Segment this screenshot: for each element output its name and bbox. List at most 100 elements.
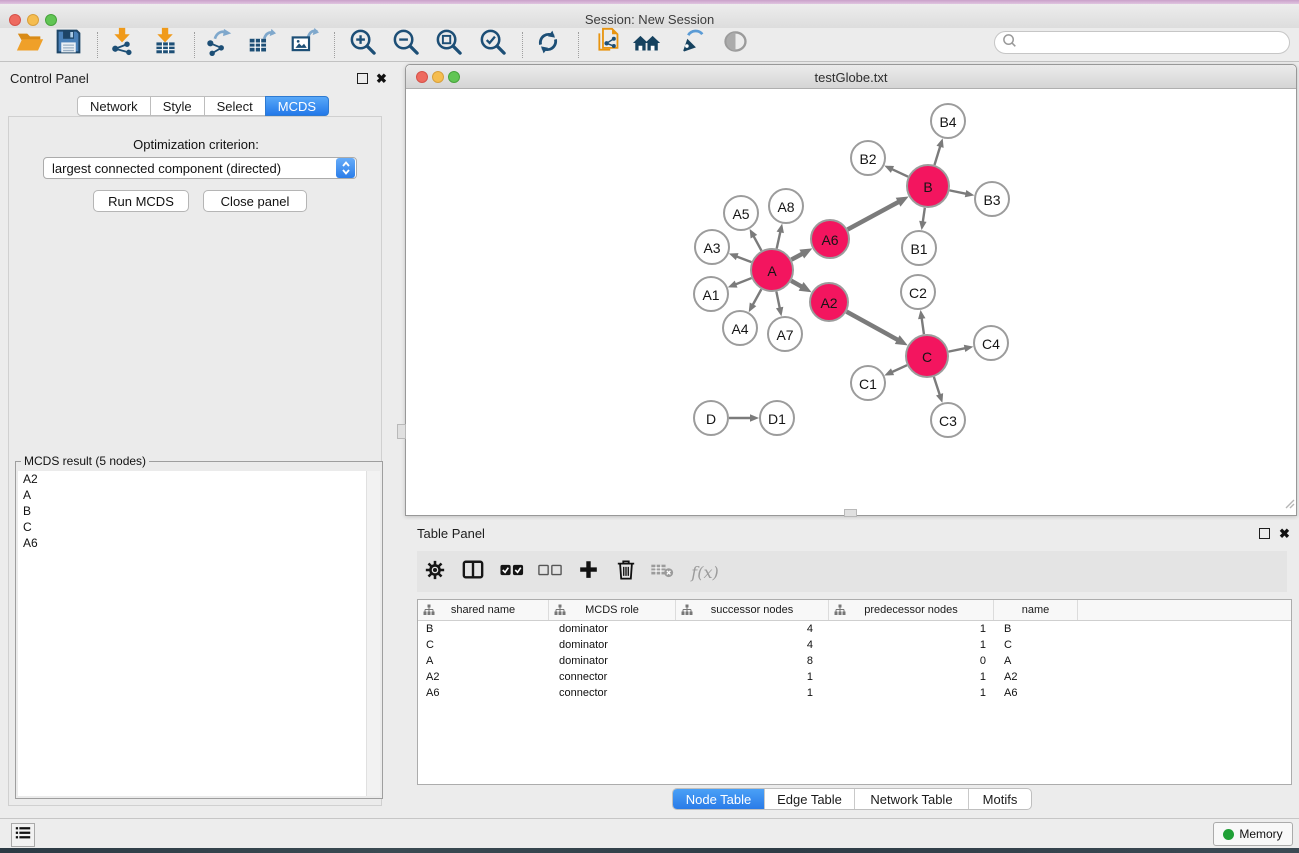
tab-node-table[interactable]: Node Table — [673, 789, 764, 809]
mcds-result-list[interactable]: A2ABCA6 — [18, 471, 366, 796]
tab-motifs[interactable]: Motifs — [968, 789, 1031, 809]
search-field[interactable] — [994, 31, 1290, 54]
graph-node-C1[interactable]: C1 — [851, 366, 885, 400]
save-session-button[interactable] — [51, 28, 85, 60]
tab-network-table[interactable]: Network Table — [854, 789, 968, 809]
open-session-button[interactable] — [13, 28, 47, 60]
graph-edge-A-A6[interactable] — [791, 248, 812, 259]
graph-node-A6[interactable]: A6 — [811, 220, 849, 258]
tab-style[interactable]: Style — [150, 96, 205, 116]
graph-edge-B-B4[interactable] — [934, 138, 943, 165]
mcds-result-item[interactable]: A — [18, 487, 366, 503]
graph-edge-A-A2[interactable] — [791, 281, 811, 292]
memory-button[interactable]: Memory — [1213, 822, 1293, 846]
table-cell[interactable] — [1078, 685, 1291, 701]
export-image-button[interactable] — [287, 28, 321, 60]
table-cell[interactable]: 0 — [829, 653, 994, 669]
show-task-history-button[interactable] — [11, 823, 35, 847]
table-cell[interactable]: dominator — [549, 621, 676, 637]
graph-node-A8[interactable]: A8 — [769, 189, 803, 223]
table-cell[interactable]: 8 — [676, 653, 829, 669]
graph-edge-C-C1[interactable] — [884, 365, 907, 375]
show-hide-details-button[interactable] — [718, 28, 752, 60]
import-table-button[interactable] — [148, 28, 182, 60]
graph-edge-B-B2[interactable] — [884, 166, 908, 177]
graph-edge-A-A3[interactable] — [729, 253, 752, 262]
graph-node-A2[interactable]: A2 — [810, 283, 848, 321]
zoom-in-button[interactable] — [345, 28, 379, 60]
close-panel-icon[interactable]: ✖ — [376, 72, 387, 85]
table-cell[interactable]: C — [418, 637, 549, 653]
table-row[interactable]: Cdominator41C — [418, 637, 1291, 653]
table-cell[interactable]: A6 — [418, 685, 549, 701]
graph-node-B3[interactable]: B3 — [975, 182, 1009, 216]
zoom-selected-button[interactable] — [475, 28, 509, 60]
table-row[interactable]: Adominator80A — [418, 653, 1291, 669]
column-header-name[interactable]: name — [994, 600, 1078, 620]
table-cell[interactable]: A2 — [994, 669, 1078, 685]
graph-edge-A6-B[interactable] — [848, 196, 909, 229]
table-cell[interactable]: 1 — [676, 685, 829, 701]
graph-edge-A-A7[interactable] — [776, 292, 783, 317]
graph-edge-A-A4[interactable] — [749, 289, 762, 312]
table-float-icon[interactable] — [1259, 528, 1270, 539]
network-window-titlebar[interactable]: testGlobe.txt — [406, 65, 1296, 89]
mcds-result-item[interactable]: B — [18, 503, 366, 519]
optimization-criterion-select[interactable]: largest connected component (directed) — [43, 157, 357, 179]
delete-table-button[interactable] — [649, 559, 675, 585]
float-panel-icon[interactable] — [357, 73, 368, 84]
deselect-all-button[interactable] — [537, 559, 563, 585]
table-cell[interactable]: A6 — [994, 685, 1078, 701]
graph-node-B4[interactable]: B4 — [931, 104, 965, 138]
table-cell[interactable] — [1078, 669, 1291, 685]
table-cell[interactable]: B — [418, 621, 549, 637]
graph-node-B2[interactable]: B2 — [851, 141, 885, 175]
delete-column-button[interactable] — [613, 559, 639, 585]
network-graph[interactable]: B4B2BB3A8A5A6B1A3AC2A1A2A4A7C4CC1DD1C3 — [406, 89, 1296, 515]
graph-edge-C-C4[interactable] — [949, 345, 974, 352]
zoom-fit-button[interactable] — [431, 28, 465, 60]
home-button[interactable] — [630, 28, 664, 60]
mcds-result-item[interactable]: C — [18, 519, 366, 535]
add-column-button[interactable] — [575, 559, 601, 585]
table-cell[interactable]: A — [994, 653, 1078, 669]
import-network-button[interactable] — [105, 28, 139, 60]
tab-network[interactable]: Network — [77, 96, 151, 116]
show-columns-button[interactable] — [460, 559, 486, 585]
graph-node-A5[interactable]: A5 — [724, 196, 758, 230]
mcds-result-item[interactable]: A6 — [18, 535, 366, 551]
graph-edge-A-A1[interactable] — [728, 278, 752, 288]
table-cell[interactable]: 1 — [829, 621, 994, 637]
column-header-mcds-role[interactable]: MCDS role — [549, 600, 676, 620]
graph-edge-D-D1[interactable] — [729, 414, 759, 422]
graph-node-C2[interactable]: C2 — [901, 275, 935, 309]
table-cell[interactable]: connector — [549, 685, 676, 701]
table-row[interactable]: Bdominator41B — [418, 621, 1291, 637]
graph-node-A3[interactable]: A3 — [695, 230, 729, 264]
function-builder-button[interactable]: f(x) — [685, 559, 725, 585]
search-input[interactable] — [1021, 36, 1289, 50]
table-row[interactable]: A2connector11A2 — [418, 669, 1291, 685]
table-cell[interactable]: 4 — [676, 621, 829, 637]
edit-appearance-button[interactable] — [673, 28, 707, 60]
table-cell[interactable]: 1 — [676, 669, 829, 685]
split-divider-handle-horizontal[interactable] — [844, 509, 857, 517]
graph-edge-C-C2[interactable] — [918, 310, 925, 334]
table-cell[interactable]: B — [994, 621, 1078, 637]
table-row[interactable]: A6connector11A6 — [418, 685, 1291, 701]
graph-edge-A-A8[interactable] — [777, 224, 784, 249]
zoom-out-button[interactable] — [388, 28, 422, 60]
run-mcds-button[interactable]: Run MCDS — [93, 190, 189, 212]
network-from-document-button[interactable] — [590, 28, 624, 60]
select-all-button[interactable] — [499, 559, 525, 585]
export-table-button[interactable] — [244, 28, 278, 60]
graph-edge-A2-C[interactable] — [847, 312, 908, 346]
graph-node-C[interactable]: C — [906, 335, 948, 377]
table-cell[interactable] — [1078, 653, 1291, 669]
table-cell[interactable]: A — [418, 653, 549, 669]
table-settings-button[interactable] — [422, 559, 448, 585]
tab-edge-table[interactable]: Edge Table — [764, 789, 854, 809]
graph-edge-B-B1[interactable] — [919, 208, 926, 230]
graph-node-A[interactable]: A — [751, 249, 793, 291]
table-close-icon[interactable]: ✖ — [1279, 527, 1290, 540]
